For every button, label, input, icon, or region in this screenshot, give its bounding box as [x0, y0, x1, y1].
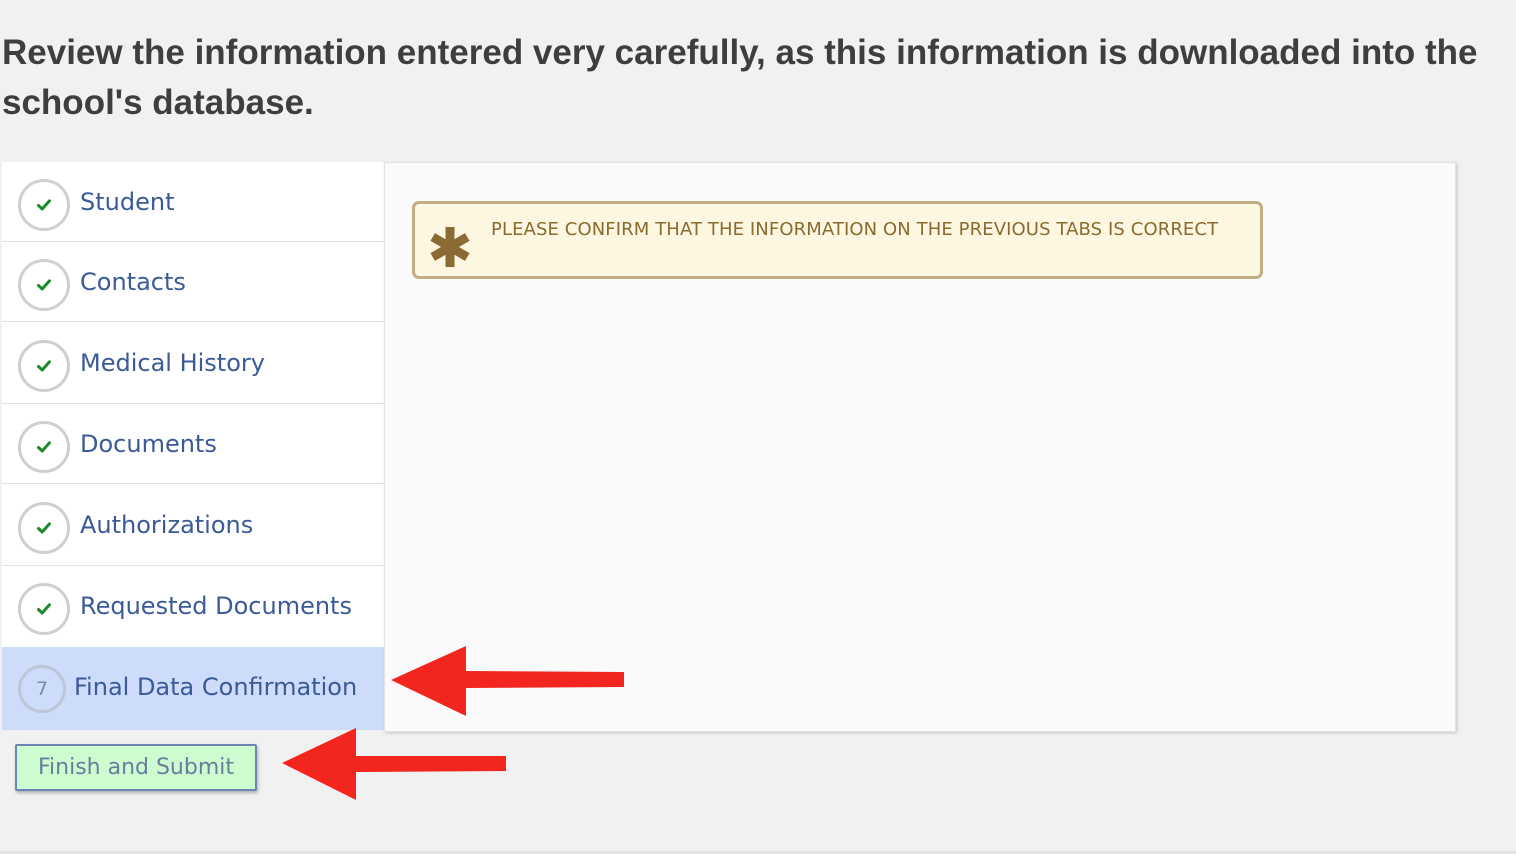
- step-label: Authorizations: [80, 511, 254, 539]
- step-requested-documents[interactable]: Requested Documents: [2, 566, 384, 647]
- step-complete-indicator: [18, 502, 70, 554]
- step-number-indicator: 7: [18, 665, 66, 713]
- step-documents[interactable]: Documents: [2, 404, 384, 484]
- step-label: Medical History: [80, 349, 265, 377]
- step-final-data-confirmation[interactable]: 7 Final Data Confirmation: [2, 647, 384, 730]
- step-authorizations[interactable]: Authorizations: [2, 484, 384, 566]
- finish-and-submit-button[interactable]: Finish and Submit: [15, 744, 257, 791]
- step-label: Final Data Confirmation: [74, 673, 358, 701]
- notice-text: PLEASE CONFIRM THAT THE INFORMATION ON T…: [491, 219, 1219, 240]
- step-complete-indicator: [18, 259, 70, 311]
- checkmark-icon: [37, 360, 51, 372]
- step-contacts[interactable]: Contacts: [2, 242, 384, 322]
- step-label: Requested Documents: [80, 592, 352, 620]
- step-complete-indicator: [18, 179, 70, 231]
- step-label: Documents: [80, 430, 217, 458]
- review-instructions: Review the information entered very care…: [2, 33, 1478, 122]
- annotation-arrow-final-step: [391, 646, 624, 716]
- step-number: 7: [35, 678, 49, 700]
- checkmark-icon: [37, 603, 51, 615]
- step-label: Contacts: [80, 268, 186, 296]
- step-student[interactable]: Student: [2, 162, 384, 242]
- asterisk-icon: [430, 227, 470, 267]
- step-complete-indicator: [18, 340, 70, 392]
- page: Review the information entered very care…: [0, 0, 1516, 854]
- checkmark-icon: [37, 522, 51, 534]
- checkmark-icon: [37, 199, 51, 211]
- step-label: Student: [80, 188, 175, 216]
- step-complete-indicator: [18, 583, 70, 635]
- wizard-steps: Student Contacts Medical History Documen…: [2, 162, 384, 730]
- confirmation-notice: PLEASE CONFIRM THAT THE INFORMATION ON T…: [412, 201, 1263, 279]
- step-medical-history[interactable]: Medical History: [2, 322, 384, 404]
- checkmark-icon: [37, 279, 51, 291]
- checkmark-icon: [37, 441, 51, 453]
- annotation-arrow-finish-button: [282, 728, 506, 800]
- step-complete-indicator: [18, 421, 70, 473]
